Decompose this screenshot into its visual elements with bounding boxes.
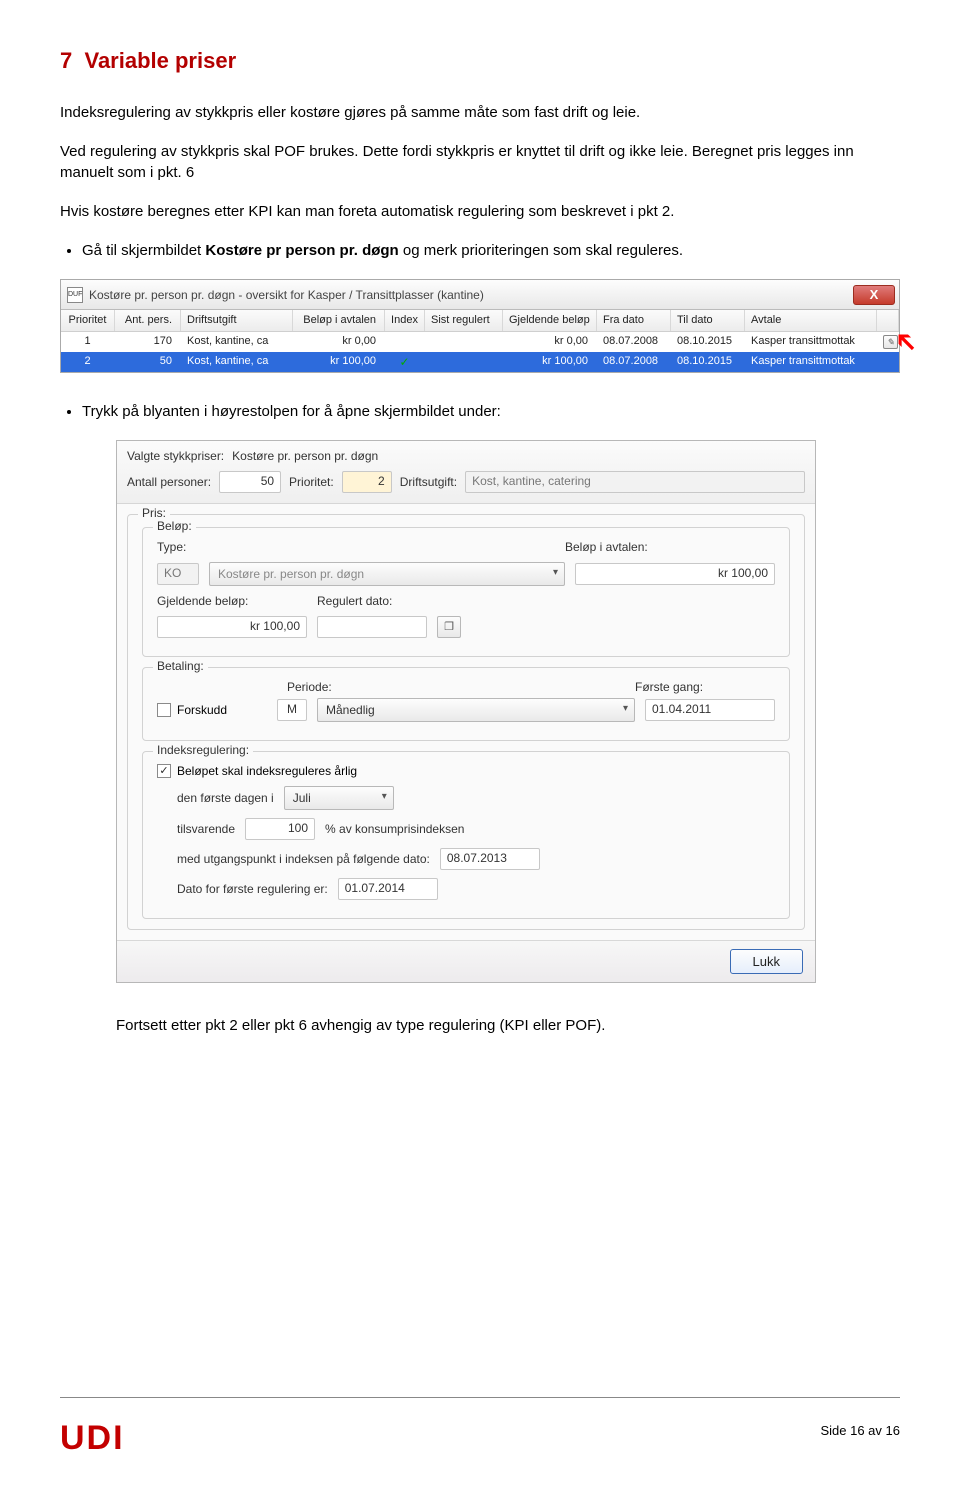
indeks-month-select[interactable]: Juli <box>284 786 394 810</box>
table-row[interactable]: 2 50 Kost, kantine, ca kr 100,00 ✓ kr 10… <box>61 352 899 372</box>
window-titlebar: DUF Kostøre pr. person pr. døgn - oversi… <box>61 280 899 310</box>
betaling-fieldset: Betaling: Periode: Første gang: Forskudd… <box>142 667 790 741</box>
utgangspunkt-label: med utgangspunkt i indeksen på følgende … <box>177 852 430 866</box>
prioritet-label: Prioritet: <box>289 475 334 489</box>
grid-header: Prioritet Ant. pers. Driftsutgift Beløp … <box>61 310 899 332</box>
form-top-bar: Valgte stykkpriser: Kostøre pr. person p… <box>117 441 815 504</box>
app-icon: DUF <box>67 287 83 303</box>
bullet-2: Trykk på blyanten i høyrestolpen for å å… <box>82 401 900 422</box>
footer-divider <box>60 1397 900 1398</box>
detail-form-window: Valgte stykkpriser: Kostøre pr. person p… <box>116 440 816 983</box>
pris-legend: Pris: <box>138 506 170 520</box>
col-ant-pers[interactable]: Ant. pers. <box>115 310 181 331</box>
page-number: Side 16 av 16 <box>820 1423 900 1438</box>
belop-legend: Beløp: <box>153 519 196 533</box>
valgte-label: Valgte stykkpriser: <box>127 449 224 463</box>
col-prioritet[interactable]: Prioritet <box>61 310 115 331</box>
belop-avtalen-field[interactable]: kr 100,00 <box>575 563 775 585</box>
driftsutgift-label: Driftsutgift: <box>400 475 457 489</box>
tilsvarende-field[interactable]: 100 <box>245 818 315 840</box>
bullet-list-2: Trykk på blyanten i høyrestolpen for å å… <box>82 401 900 422</box>
body-text-4: Fortsett etter pkt 2 eller pkt 6 avhengi… <box>116 1015 900 1036</box>
tilsvarende-label: tilsvarende <box>177 822 235 836</box>
table-row[interactable]: 1 170 Kost, kantine, ca kr 0,00 kr 0,00 … <box>61 332 899 352</box>
gjeldende-label: Gjeldende beløp: <box>157 594 307 608</box>
bullet-list-1: Gå til skjermbildet Kostøre pr person pr… <box>82 240 900 261</box>
indeks-fieldset: Indeksregulering: ✓ Beløpet skal indeksr… <box>142 751 790 919</box>
lukk-button[interactable]: Lukk <box>730 949 803 974</box>
forste-regulering-label: Dato for første regulering er: <box>177 882 328 896</box>
forste-regulering-field[interactable]: 01.07.2014 <box>338 878 438 900</box>
belop-fieldset: Beløp: Type: Beløp i avtalen: KO Kostøre… <box>142 527 790 657</box>
col-index[interactable]: Index <box>385 310 425 331</box>
indeks-day-label: den første dagen i <box>177 791 274 805</box>
belop-avtalen-label: Beløp i avtalen: <box>565 540 775 554</box>
body-text-1: Indeksregulering av stykkpris eller kost… <box>60 102 900 123</box>
driftsutgift-field: Kost, kantine, catering <box>465 471 805 493</box>
col-fra[interactable]: Fra dato <box>597 310 671 331</box>
forste-gang-field[interactable]: 01.04.2011 <box>645 699 775 721</box>
periode-select[interactable]: Månedlig <box>317 698 635 722</box>
antall-field[interactable]: 50 <box>219 471 281 493</box>
prioritet-field[interactable]: 2 <box>342 471 392 493</box>
section-heading: 7 Variable priser <box>60 48 900 74</box>
body-text-2: Ved regulering av stykkpris skal POF bru… <box>60 141 900 183</box>
col-til[interactable]: Til dato <box>671 310 745 331</box>
window-close-button[interactable]: X <box>853 285 895 305</box>
section-title: Variable priser <box>84 48 236 73</box>
pris-fieldset: Pris: Beløp: Type: Beløp i avtalen: KO K… <box>127 514 805 930</box>
body-text-3: Hvis kostøre beregnes etter KPI kan man … <box>60 201 900 222</box>
tilsvarende-suffix: % av konsumprisindeksen <box>325 822 464 836</box>
betaling-legend: Betaling: <box>153 659 208 673</box>
grid-window: DUF Kostøre pr. person pr. døgn - oversi… <box>60 279 900 373</box>
section-number: 7 <box>60 48 72 73</box>
utgangspunkt-field[interactable]: 08.07.2013 <box>440 848 540 870</box>
type-select[interactable]: Kostøre pr. person pr. døgn <box>209 562 565 586</box>
col-gjeldende[interactable]: Gjeldende beløp <box>503 310 597 331</box>
indeks-legend: Indeksregulering: <box>153 743 253 757</box>
col-sist[interactable]: Sist regulert <box>425 310 503 331</box>
regulert-field[interactable] <box>317 616 427 638</box>
regulert-label: Regulert dato: <box>317 594 447 608</box>
forskudd-checkbox[interactable]: Forskudd <box>157 703 267 717</box>
check-icon: ✓ <box>399 355 409 369</box>
copy-button[interactable]: ❐ <box>437 616 461 638</box>
checkbox-icon <box>157 703 171 717</box>
col-driftsutgift[interactable]: Driftsutgift <box>181 310 293 331</box>
udi-logo: UDI <box>60 1419 125 1458</box>
gjeldende-field[interactable]: kr 100,00 <box>157 616 307 638</box>
periode-code-field[interactable]: M <box>277 699 307 721</box>
forste-gang-label: Første gang: <box>635 680 775 694</box>
periode-label: Periode: <box>287 680 625 694</box>
bullet-1: Gå til skjermbildet Kostøre pr person pr… <box>82 240 900 261</box>
antall-label: Antall personer: <box>127 475 211 489</box>
type-code-field: KO <box>157 563 199 585</box>
window-title: Kostøre pr. person pr. døgn - oversikt f… <box>89 288 853 302</box>
form-footer: Lukk <box>117 940 815 982</box>
checkbox-icon: ✓ <box>157 764 171 778</box>
col-edit <box>877 310 899 331</box>
col-avtale[interactable]: Avtale <box>745 310 877 331</box>
valgte-value: Kostøre pr. person pr. døgn <box>232 449 378 463</box>
indeks-checkbox[interactable]: ✓ Beløpet skal indeksreguleres årlig <box>157 764 357 778</box>
col-belop[interactable]: Beløp i avtalen <box>293 310 385 331</box>
type-label: Type: <box>157 540 555 554</box>
